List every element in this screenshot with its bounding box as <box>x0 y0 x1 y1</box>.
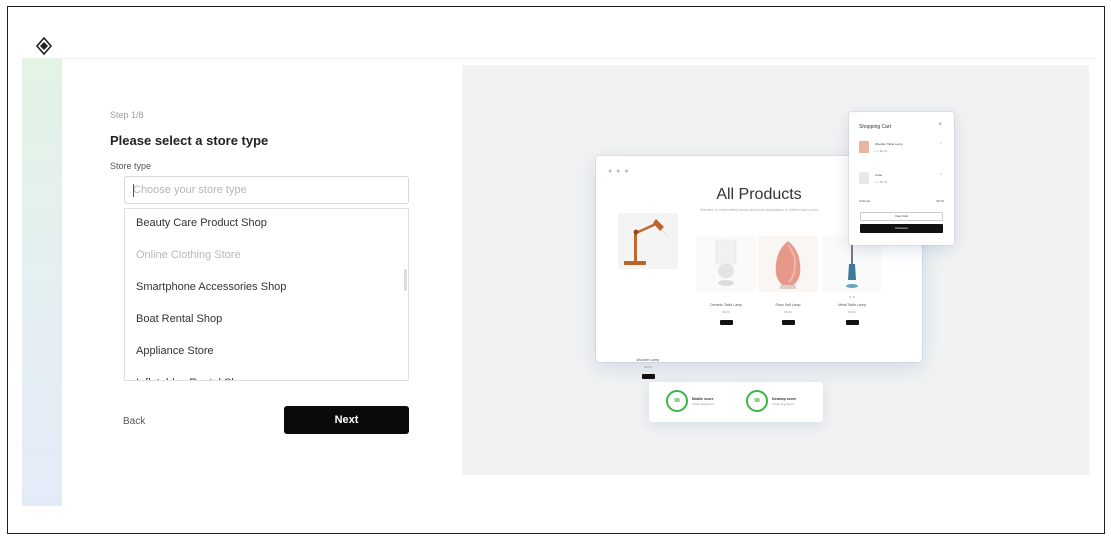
dropdown-option[interactable]: Online Clothing Store <box>125 241 408 273</box>
cart-item-name: Cube <box>875 173 883 177</box>
remove-icon[interactable]: × <box>940 140 942 145</box>
window-dots-icon: ● ● ● <box>608 168 630 175</box>
salt-lamp-image <box>758 236 818 292</box>
carousel-dots: · · · <box>784 294 792 299</box>
dropdown-option[interactable]: Boat Rental Shop <box>125 305 408 337</box>
progress-rail <box>22 58 62 506</box>
product-price: $0.00 <box>848 310 856 314</box>
dropdown-option[interactable]: Beauty Care Product Shop <box>125 209 408 241</box>
add-to-cart-button[interactable] <box>720 320 733 325</box>
logo-icon[interactable] <box>33 35 55 57</box>
cart-item-qty: 1 x $0.00 <box>875 149 888 153</box>
add-to-cart-button[interactable] <box>846 320 859 325</box>
subtotal-value: $0.00 <box>936 199 944 203</box>
remove-icon[interactable]: × <box>940 171 942 176</box>
product-price: $0.00 <box>644 365 652 369</box>
score-source: Google PageSpeed <box>772 403 794 406</box>
checkout-button[interactable]: Checkout <box>860 224 943 233</box>
back-button[interactable]: Back <box>123 416 145 427</box>
cart-item-name: Wooden Table Lamp <box>875 142 903 146</box>
ceramic-lamp-image <box>696 236 756 292</box>
dropdown-option[interactable]: Appliance Store <box>125 337 408 369</box>
next-button[interactable]: Next <box>284 406 409 434</box>
score-label: Mobile score <box>692 397 714 401</box>
dropdown-scrollbar[interactable] <box>404 269 407 291</box>
wooden-lamp-image <box>618 213 678 269</box>
add-to-cart-button[interactable] <box>642 374 655 379</box>
product-price: $0.00 <box>784 310 792 314</box>
product-name: Rose Salt Lamp <box>775 303 801 307</box>
carousel-dots: · · · <box>722 294 730 299</box>
step-indicator: Step 1/8 <box>110 110 144 120</box>
store-type-input[interactable]: Choose your store type <box>124 176 409 204</box>
dropdown-option[interactable]: Smartphone Accessories Shop <box>125 273 408 305</box>
score-ring: 98 <box>746 390 768 412</box>
subtotal-label: Subtotal <box>859 199 871 203</box>
page-title: Please select a store type <box>110 133 269 148</box>
dropdown-option[interactable]: Inflatables Rental Shop <box>125 369 408 380</box>
score-label: Desktop score <box>772 397 797 401</box>
carousel-dots: ● ● <box>849 294 855 299</box>
score-ring: 98 <box>666 390 688 412</box>
score-source: Google PageSpeed <box>692 403 714 406</box>
store-type-label: Store type <box>110 161 152 171</box>
pagespeed-scores-card: 98 Mobile score Google PageSpeed 98 Desk… <box>649 382 823 422</box>
add-to-cart-button[interactable] <box>782 320 795 325</box>
view-cart-button[interactable]: View Cart <box>860 212 943 221</box>
cart-title: Shopping Cart <box>859 124 891 130</box>
close-icon[interactable]: × <box>938 122 942 128</box>
product-price: $0.00 <box>722 310 730 314</box>
preview-subtitle: Selection of Handcrafted lamps and home … <box>699 208 819 212</box>
cart-item-image <box>859 172 869 184</box>
cart-item-image <box>859 141 869 153</box>
product-name: Wooden Lamp <box>636 358 660 362</box>
product-name: Metal Table Lamp <box>838 303 866 307</box>
product-name: Ceramic Table Lamp <box>709 303 743 307</box>
store-type-placeholder: Choose your store type <box>133 184 247 196</box>
header-divider <box>62 58 1096 59</box>
text-caret <box>133 184 134 197</box>
store-type-dropdown[interactable]: Beauty Care Product Shop Online Clothing… <box>124 208 409 381</box>
shopping-cart-popup: Shopping Cart × Wooden Table Lamp 1 x $0… <box>849 112 954 245</box>
cart-item-qty: 1 x $0.00 <box>875 180 888 184</box>
